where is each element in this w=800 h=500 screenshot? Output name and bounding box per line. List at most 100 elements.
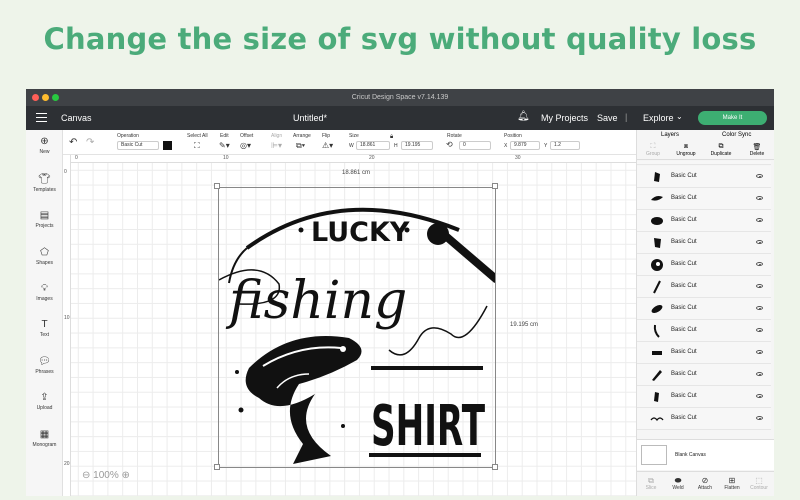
layers-list: Basic Cut Basic Cut Basic Cut Basic Cut … — [637, 161, 774, 438]
sidebar-item-monogram[interactable]: ▦ Monogram — [26, 429, 63, 448]
save-button[interactable]: Save — [597, 113, 618, 123]
eye-icon[interactable] — [756, 350, 763, 354]
lucky-word: LUCKY — [311, 217, 410, 248]
layer-item[interactable]: Basic Cut — [637, 342, 771, 364]
zoom-out-icon[interactable]: ⊖ — [82, 470, 90, 481]
tab-layers[interactable]: Layers — [661, 132, 679, 138]
layer-item[interactable]: Basic Cut — [637, 254, 771, 276]
blank-canvas-row[interactable]: Blank Canvas — [637, 439, 774, 470]
position-label: Position — [504, 133, 522, 139]
make-it-button[interactable]: Make It — [698, 111, 767, 125]
lucky-fishing-shirt-design[interactable]: LUCKY fishing SHIRT — [219, 188, 495, 467]
eye-icon[interactable] — [756, 306, 763, 310]
align-icon[interactable]: ⊫▾ — [271, 141, 282, 150]
eye-icon[interactable] — [756, 174, 763, 178]
eye-icon[interactable] — [756, 372, 763, 376]
eye-icon[interactable] — [756, 240, 763, 244]
eye-icon[interactable] — [756, 394, 763, 398]
x-input[interactable]: 9.879 — [510, 141, 540, 150]
lock-icon[interactable]: 🔒︎ — [390, 134, 393, 141]
layer-item[interactable]: Basic Cut — [637, 298, 771, 320]
select-all-icon[interactable]: ⛶ — [194, 141, 200, 151]
height-input[interactable]: 19.195 — [401, 141, 433, 150]
redo-icon[interactable]: ↷ — [86, 137, 94, 148]
layer-thumbnail — [654, 392, 659, 402]
minimize-window-button[interactable] — [42, 94, 49, 101]
duplicate-button[interactable]: ⧉ Duplicate — [709, 143, 733, 157]
sidebar-item-shapes[interactable]: ⬠ Shapes — [26, 247, 63, 266]
layer-item[interactable] — [637, 161, 771, 165]
layer-item[interactable]: Basic Cut — [637, 210, 771, 232]
rotate-label: Rotate — [447, 133, 462, 139]
divider: | — [625, 112, 628, 122]
layer-item[interactable]: Basic Cut — [637, 386, 771, 408]
eye-icon[interactable] — [756, 328, 763, 332]
sidebar-item-text[interactable]: T Text — [26, 319, 63, 338]
chevron-down-icon[interactable]: ⌄ — [676, 112, 683, 121]
eye-icon[interactable] — [756, 416, 763, 420]
ruler-tick: 0 — [75, 155, 78, 161]
zoom-level: 100% — [93, 470, 119, 481]
group-button[interactable]: ⛶ Group — [643, 143, 663, 157]
flatten-button[interactable]: ⊞ Flatten — [718, 476, 746, 491]
layer-item[interactable]: Basic Cut — [637, 232, 771, 254]
chat-icon: 💬︎ — [38, 356, 51, 367]
flip-icon[interactable]: ⚠▾ — [322, 141, 333, 150]
rotate-icon[interactable]: ⟲ — [446, 140, 453, 149]
sidebar-item-images[interactable]: 💡︎ Images — [26, 283, 63, 302]
blank-canvas-label: Blank Canvas — [675, 452, 706, 458]
operation-select[interactable]: Basic Cut — [117, 141, 159, 150]
layer-item[interactable]: Basic Cut — [637, 276, 771, 298]
slice-icon: ⧉ — [648, 476, 654, 485]
height-label: H — [394, 143, 398, 149]
layer-item[interactable]: Basic Cut — [637, 320, 771, 342]
edit-pen-icon[interactable]: ✎▾ — [219, 141, 230, 150]
layer-actions: ⛶ Group ⧈ Ungroup ⧉ Duplicate 🗑︎ Delete — [637, 140, 774, 160]
size-label: Size — [349, 133, 359, 139]
y-input[interactable]: 1.2 — [550, 141, 580, 150]
sidebar-item-templates[interactable]: 👕︎ Templates — [26, 174, 63, 193]
sidebar-item-upload[interactable]: ⇪ Upload — [26, 392, 63, 411]
tab-color-sync[interactable]: Color Sync — [722, 132, 751, 138]
eye-icon[interactable] — [756, 218, 763, 222]
ungroup-button[interactable]: ⧈ Ungroup — [675, 143, 697, 157]
ruler-tick: 20 — [369, 155, 375, 161]
layer-item[interactable]: Basic Cut — [637, 166, 771, 188]
zoom-in-icon[interactable]: ⊕ — [122, 470, 130, 481]
contour-button[interactable]: ⬚ Contour — [745, 476, 773, 491]
bell-icon[interactable]: 🔔︎ — [517, 111, 530, 122]
canvas-swatch[interactable] — [641, 445, 667, 465]
eye-icon[interactable] — [756, 262, 763, 266]
zoom-window-button[interactable] — [52, 94, 59, 101]
eye-icon[interactable] — [756, 284, 763, 288]
undo-icon[interactable]: ↶ — [69, 137, 77, 148]
layer-item[interactable]: Basic Cut — [637, 408, 771, 430]
delete-button[interactable]: 🗑︎ Delete — [747, 143, 767, 157]
canvas-label: Canvas — [61, 113, 92, 123]
weld-button[interactable]: ⬬ Weld — [664, 476, 692, 491]
color-swatch[interactable] — [163, 141, 172, 150]
sidebar-item-new[interactable]: ⊕ New — [26, 136, 63, 155]
layer-thumbnail — [654, 172, 660, 182]
sidebar-item-phrases[interactable]: 💬︎ Phrases — [26, 356, 63, 375]
my-projects-link[interactable]: My Projects — [541, 113, 588, 123]
edit-toolbar: ↶ ↷ Operation Basic Cut Select All ⛶ Edi… — [63, 130, 636, 155]
offset-label: Offset — [240, 133, 254, 139]
width-input[interactable]: 18.861 — [356, 141, 390, 150]
flip-label: Flip — [322, 133, 331, 139]
bulb-icon: 💡︎ — [41, 283, 48, 294]
layer-item[interactable]: Basic Cut — [637, 188, 771, 210]
width-dimension-label: 18.861 cm — [342, 170, 371, 176]
explore-button[interactable]: Explore — [643, 113, 674, 123]
eye-icon[interactable] — [756, 196, 763, 200]
rotate-input[interactable]: 0 — [459, 141, 491, 150]
offset-icon[interactable]: ◎▾ — [240, 141, 251, 150]
close-window-button[interactable] — [32, 94, 39, 101]
layer-item[interactable]: Basic Cut — [637, 364, 771, 386]
sidebar-item-projects[interactable]: ▤ Projects — [26, 210, 63, 229]
arrange-icon[interactable]: ⧉▾ — [296, 141, 305, 151]
menu-icon[interactable] — [36, 113, 47, 122]
attach-button[interactable]: ⊘ Attach — [691, 476, 719, 491]
document-title[interactable]: Untitled* — [293, 113, 327, 123]
slice-button[interactable]: ⧉ Slice — [637, 476, 665, 491]
